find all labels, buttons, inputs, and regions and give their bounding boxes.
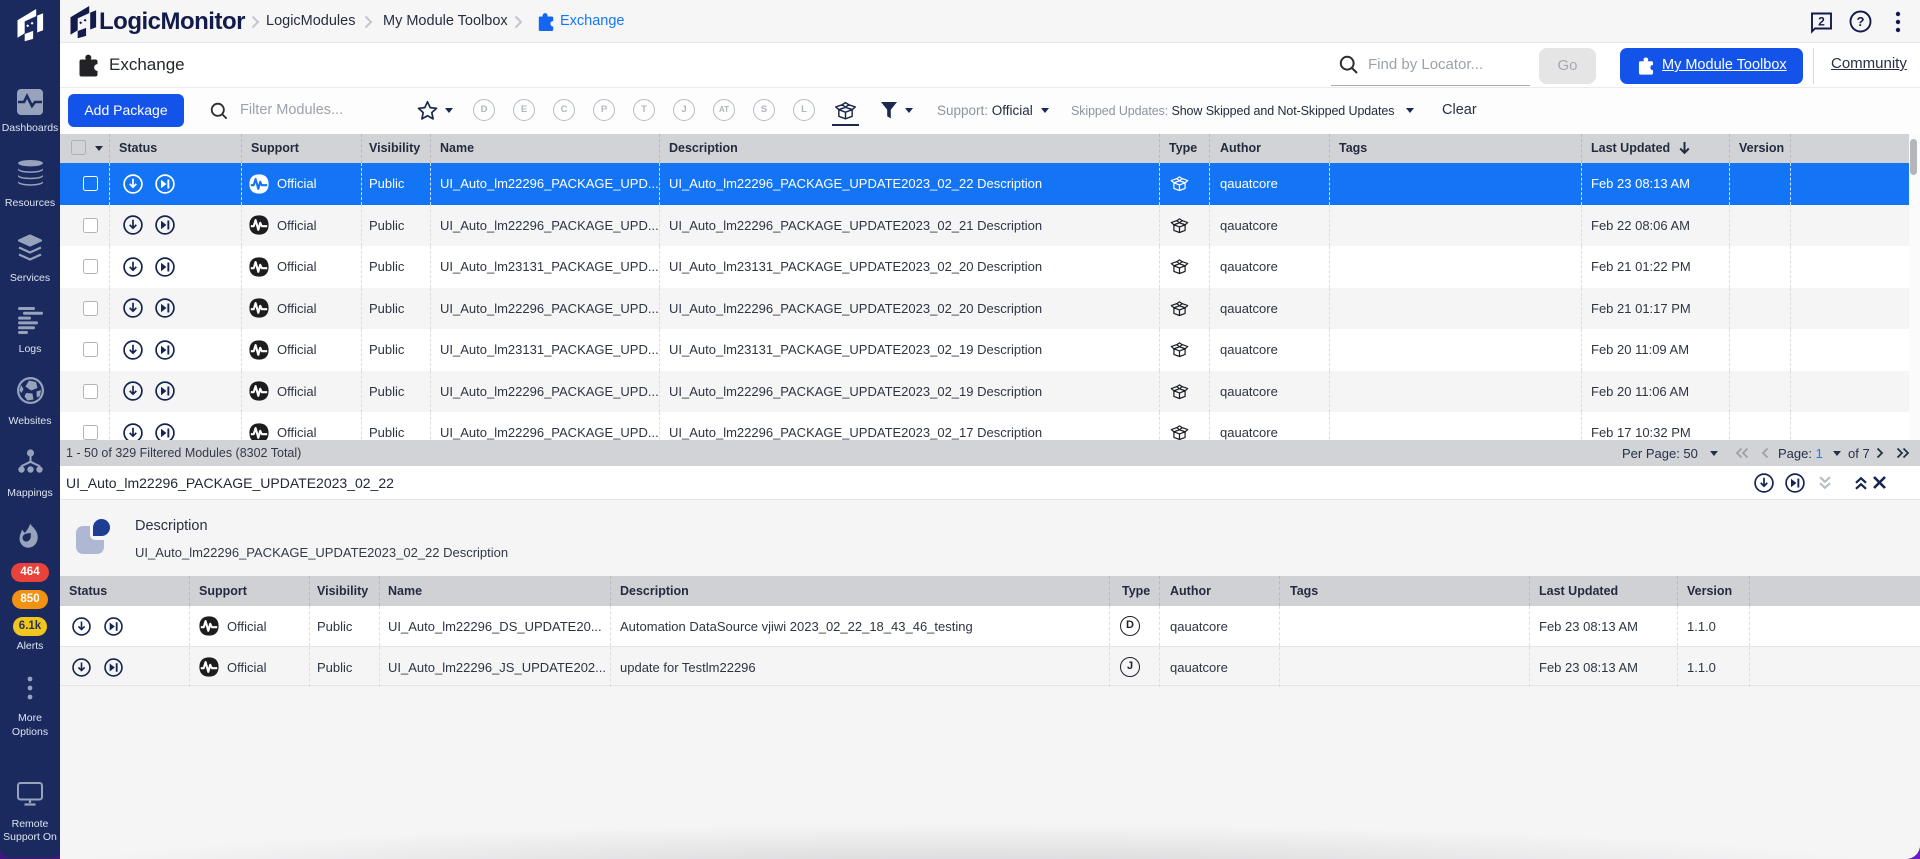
- svg-text:2: 2: [1818, 15, 1825, 29]
- svg-text:?: ?: [1857, 14, 1865, 29]
